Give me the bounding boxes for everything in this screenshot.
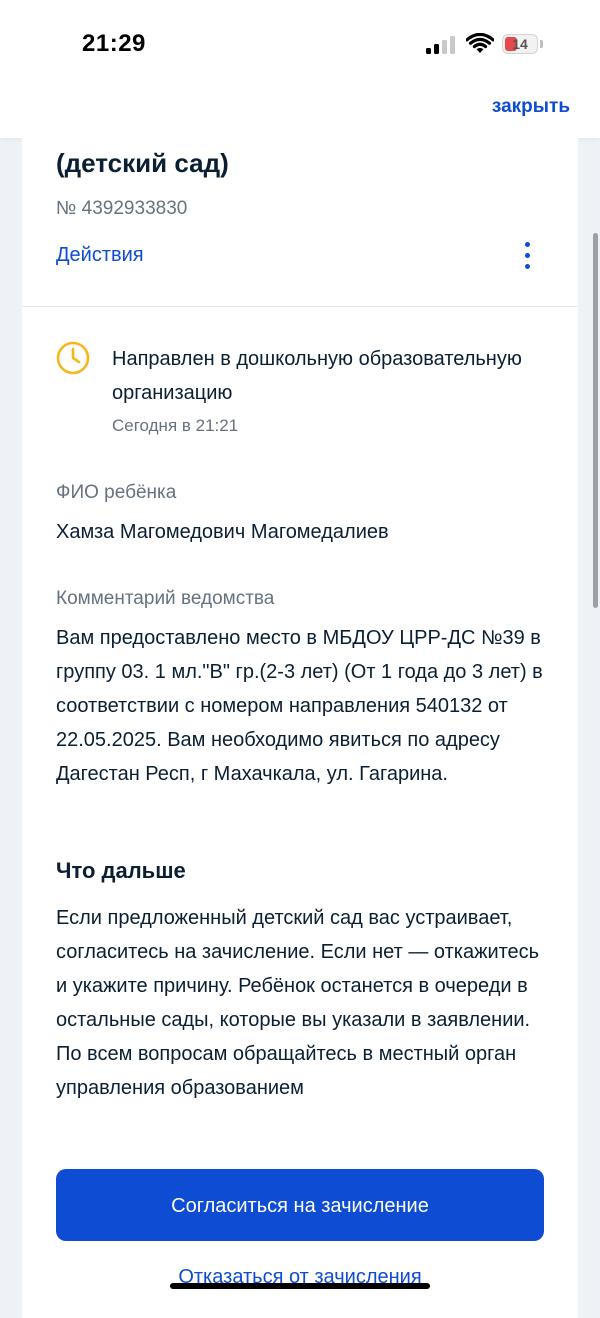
kebab-menu-icon[interactable] <box>522 242 534 270</box>
child-name-label: ФИО ребёнка <box>56 482 177 503</box>
next-steps-title: Что дальше <box>56 858 186 883</box>
clock-time: 21:29 <box>82 30 146 57</box>
status-text: Направлен в дошкольную образовательную о… <box>112 348 522 404</box>
child-name-value: Хамза Магомедович Магомедалиев <box>56 521 389 543</box>
clock-icon <box>56 341 90 375</box>
actions-link[interactable]: Действия <box>56 244 144 267</box>
close-button[interactable]: закрыть <box>492 96 570 118</box>
divider <box>22 306 578 307</box>
accept-enrollment-button[interactable]: Согласиться на зачисление <box>56 1169 544 1241</box>
battery-level: 14 <box>512 36 528 52</box>
battery-cap <box>540 40 543 48</box>
home-indicator <box>170 1283 430 1289</box>
application-number: № 4392933830 <box>56 198 188 219</box>
scrollbar[interactable] <box>593 233 598 608</box>
comment-value: Вам предоставлено место в МБДОУ ЦРР-ДС №… <box>56 627 543 785</box>
application-card: (детский сад) № 4392933830 Действия Напр… <box>22 138 578 1318</box>
next-steps-text: Если предложенный детский сад вас устраи… <box>56 907 540 1099</box>
top-nav: закрыть <box>0 90 600 138</box>
status-bar: 21:29 14 <box>0 0 600 90</box>
comment-label: Комментарий ведомства <box>56 588 275 609</box>
signal-icon <box>426 36 456 54</box>
status-time: Сегодня в 21:21 <box>112 416 239 435</box>
wifi-icon <box>466 33 494 53</box>
application-title: (детский сад) <box>56 148 229 178</box>
battery-icon: 14 <box>502 34 538 54</box>
